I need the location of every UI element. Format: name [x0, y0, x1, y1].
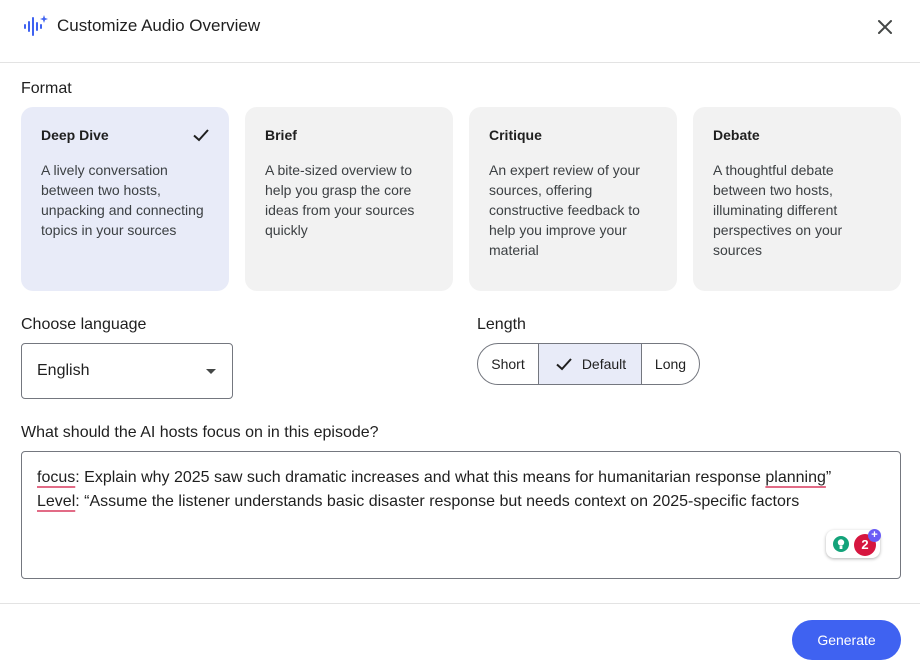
grammarly-widget[interactable]: 2 + — [826, 529, 882, 560]
format-card-title: Brief — [265, 127, 297, 143]
format-card-description: An expert review of your sources, offeri… — [489, 162, 640, 258]
grammarly-bulb-icon — [833, 536, 849, 552]
misspelled-word[interactable]: focus — [37, 469, 75, 486]
length-option-label: Short — [491, 356, 525, 372]
misspelled-word[interactable]: planning — [765, 469, 826, 486]
focus-text-line-1: focus: Explain why 2025 saw such dramati… — [37, 466, 885, 490]
check-icon — [193, 129, 209, 142]
format-card-brief[interactable]: Brief A bite-sized overview to help you … — [245, 107, 453, 291]
close-icon[interactable] — [872, 14, 898, 40]
audio-sparkle-icon — [24, 15, 48, 36]
focus-textarea[interactable]: focus: Explain why 2025 saw such dramati… — [21, 451, 901, 579]
check-icon — [556, 358, 572, 371]
length-option-short[interactable]: Short — [478, 344, 539, 384]
focus-text-line-2: Level: “Assume the listener understands … — [37, 490, 885, 514]
format-card-deep-dive[interactable]: Deep Dive A lively conversation between … — [21, 107, 229, 291]
generate-button[interactable]: Generate — [792, 620, 901, 660]
format-card-title: Debate — [713, 127, 760, 143]
format-card-title: Critique — [489, 127, 542, 143]
focus-text: : “Assume the listener understands basic… — [75, 493, 800, 510]
focus-label: What should the AI hosts focus on in thi… — [21, 424, 379, 441]
language-label: Choose language — [21, 316, 147, 333]
language-select[interactable]: English — [21, 343, 233, 399]
dialog-title: Customize Audio Overview — [57, 16, 261, 35]
format-card-description: A lively conversation between two hosts,… — [41, 162, 204, 238]
dropdown-arrow-icon — [206, 369, 216, 374]
focus-text: ” — [825, 469, 832, 486]
format-label: Format — [21, 80, 72, 97]
length-option-label: Long — [654, 356, 687, 372]
footer-divider — [0, 603, 920, 604]
length-option-default[interactable]: Default — [539, 344, 642, 384]
misspelled-word[interactable]: Level — [37, 493, 75, 510]
format-card-title: Deep Dive — [41, 127, 109, 143]
format-card-critique[interactable]: Critique An expert review of your source… — [469, 107, 677, 291]
grammarly-plus-badge: + — [868, 529, 881, 542]
focus-text: : Explain why 2025 saw such dramatic inc… — [75, 469, 766, 486]
length-label: Length — [477, 316, 526, 333]
dialog-header: Customize Audio Overview — [0, 0, 920, 63]
format-card-debate[interactable]: Debate A thoughtful debate between two h… — [693, 107, 901, 291]
format-card-description: A thoughtful debate between two hosts, i… — [713, 162, 843, 258]
length-option-label: Default — [581, 356, 627, 372]
language-select-value: English — [37, 362, 90, 379]
format-card-description: A bite-sized overview to help you grasp … — [265, 162, 415, 238]
length-segmented-control: Short Default Long — [477, 343, 700, 385]
length-option-long[interactable]: Long — [642, 344, 699, 384]
